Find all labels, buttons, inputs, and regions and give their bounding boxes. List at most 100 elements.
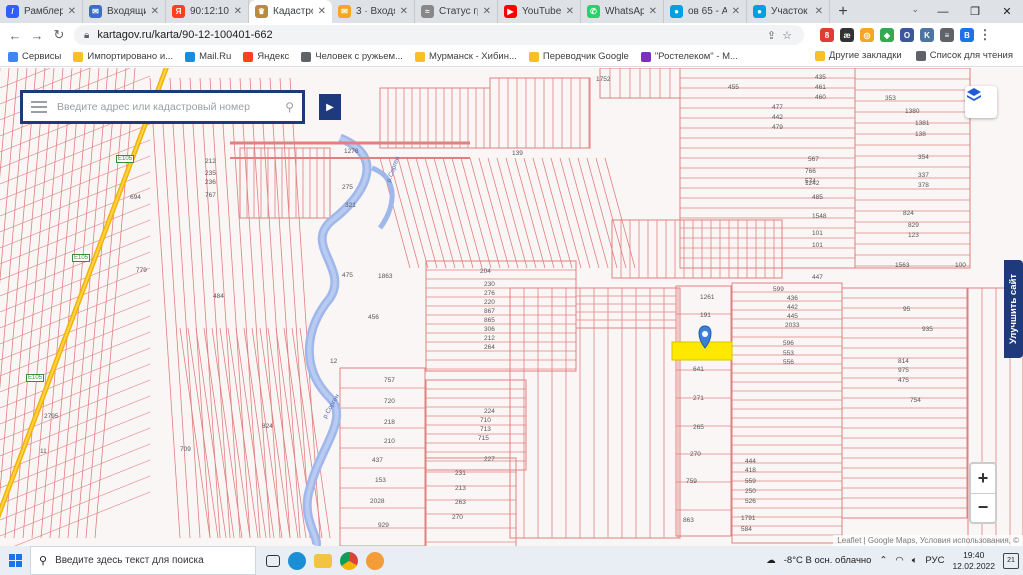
parcel-number-label[interactable]: 213	[455, 485, 466, 492]
parcel-number-label[interactable]: 337	[918, 172, 929, 179]
parcel-number-label[interactable]: 715	[478, 435, 489, 442]
parcel-number-label[interactable]: 865	[484, 317, 495, 324]
notifications-button[interactable]: 21	[1003, 552, 1019, 569]
parcel-number-label[interactable]: 1381	[915, 120, 929, 127]
parcel-number-label[interactable]: 153	[375, 477, 386, 484]
bookmark-item[interactable]: Список для чтения	[915, 50, 1013, 61]
parcel-number-label[interactable]: 567	[808, 156, 819, 163]
extension-icon[interactable]: O	[900, 28, 914, 42]
cadastral-map[interactable]: 1752 455 435 461 460 353 477 442 1380 479 1381 138 1…	[0, 68, 1023, 546]
parcel-number-label[interactable]: 270	[690, 451, 701, 458]
parcel-number-label[interactable]: 824	[262, 423, 273, 430]
browser-tab[interactable]: ✉ 3 · Входящи ✕	[332, 0, 415, 23]
language-indicator[interactable]: РУС	[925, 555, 944, 566]
parcel-number-label[interactable]: 867	[484, 308, 495, 315]
tab-close-icon[interactable]: ✕	[318, 6, 326, 17]
tab-close-icon[interactable]: ✕	[815, 6, 823, 17]
parcel-number-label[interactable]: 204	[480, 268, 491, 275]
parcel-number-label[interactable]: 526	[745, 498, 756, 505]
parcel-number-label[interactable]: 250	[745, 488, 756, 495]
parcel-number-label[interactable]: 353	[885, 95, 896, 102]
parcel-number-label[interactable]: 227	[484, 456, 495, 463]
parcel-number-label[interactable]: 709	[180, 446, 191, 453]
bookmark-item[interactable]: Яндекс	[243, 51, 289, 62]
parcel-number-label[interactable]: 759	[686, 478, 697, 485]
extension-icon[interactable]: ≡	[940, 28, 954, 42]
parcel-number-label[interactable]: 220	[484, 299, 495, 306]
parcel-number-label[interactable]: 212	[484, 335, 495, 342]
parcel-number-label[interactable]: 2795	[44, 413, 58, 420]
bookmark-item[interactable]: Импортировано и...	[73, 51, 173, 62]
address-bar[interactable]: 🔒︎ kartagov.ru/karta/90-12-100401-662 ⇪ …	[74, 25, 804, 45]
address-search-input[interactable]: Введите адрес или кадастровый номер	[57, 101, 275, 113]
parcel-number-label[interactable]: 1548	[812, 213, 826, 220]
reload-button[interactable]: ↻	[48, 24, 70, 46]
parcel-number-label[interactable]: 100	[955, 262, 966, 269]
extension-icon[interactable]: 8	[820, 28, 834, 42]
parcel-number-label[interactable]: 553	[783, 350, 794, 357]
parcel-number-label[interactable]: 829	[908, 222, 919, 229]
extension-icon[interactable]: K	[920, 28, 934, 42]
tray-chevron-icon[interactable]: ⌃	[879, 555, 887, 566]
forward-button[interactable]: →	[26, 24, 48, 46]
parcel-number-label[interactable]: 447	[812, 274, 823, 281]
browser-tab[interactable]: Я 90:12:10040 ✕	[166, 0, 249, 23]
taskbar-search-input[interactable]: Введите здесь текст для поиска	[55, 555, 204, 566]
parcel-number-label[interactable]: 1380	[905, 108, 919, 115]
parcel-number-label[interactable]: 101	[812, 242, 823, 249]
parcel-number-label[interactable]: 436	[787, 295, 798, 302]
browser-tab[interactable]: ● ов 65 - Ави ✕	[664, 0, 747, 23]
browser-tab[interactable]: ✆ WhatsApp ✕	[581, 0, 664, 23]
profile-avatar[interactable]: B	[960, 28, 974, 42]
edge-icon[interactable]	[288, 551, 306, 570]
volume-icon[interactable]: 🔈︎	[912, 555, 918, 566]
parcel-number-label[interactable]: 475	[898, 377, 909, 384]
parcel-number-label[interactable]: 265	[693, 424, 704, 431]
parcel-number-label[interactable]: 224	[484, 408, 495, 415]
bookmark-item[interactable]: Mail.Ru	[185, 51, 231, 62]
parcel-number-label[interactable]: 442	[787, 304, 798, 311]
weather-status[interactable]: -8°C В осн. облачно	[784, 555, 872, 566]
address-search-box[interactable]: Введите адрес или кадастровый номер ⚲	[20, 90, 305, 124]
network-icon[interactable]: ◠	[895, 555, 903, 566]
file-explorer-icon[interactable]	[314, 553, 332, 568]
browser-tab[interactable]: ▶ YouTube ✕	[498, 0, 581, 23]
parcel-number-label[interactable]: 191	[700, 312, 711, 319]
browser-menu-icon[interactable]: ⋮	[979, 27, 992, 42]
parcel-number-label[interactable]: 455	[728, 84, 739, 91]
parcel-number-label[interactable]: 767	[205, 192, 216, 199]
parcel-number-label[interactable]: 306	[484, 326, 495, 333]
parcel-number-label[interactable]: 757	[384, 377, 395, 384]
browser-tab[interactable]: ✉ Входящие ✕	[83, 0, 166, 23]
parcel-number-label[interactable]: 95	[903, 306, 910, 313]
new-tab-button[interactable]: +	[830, 0, 856, 23]
tab-close-icon[interactable]: ✕	[649, 6, 657, 17]
parcel-number-label[interactable]: 1791	[741, 515, 755, 522]
parcel-number-label[interactable]: 935	[922, 326, 933, 333]
parcel-number-label[interactable]: 276	[484, 290, 495, 297]
parcel-number-label[interactable]: 559	[745, 478, 756, 485]
tab-close-icon[interactable]: ✕	[566, 6, 574, 17]
parcel-number-label[interactable]: 599	[773, 286, 784, 293]
parcel-number-label[interactable]: 139	[512, 150, 523, 157]
parcel-number-label[interactable]: 710	[480, 417, 491, 424]
browser-tab[interactable]: ≈ Статус груп ✕	[415, 0, 498, 23]
bookmark-item[interactable]: Другие закладки	[814, 50, 902, 61]
parcel-number-label[interactable]: 754	[910, 397, 921, 404]
minimize-button[interactable]: —	[927, 0, 959, 23]
browser-tab[interactable]: ♛ Кадастров ✕	[249, 0, 332, 23]
parcel-number-label[interactable]: 814	[898, 358, 909, 365]
clock[interactable]: 19:40 12.02.2022	[952, 550, 995, 572]
parcel-number-label[interactable]: 231	[455, 470, 466, 477]
parcel-number-label[interactable]: 236	[205, 179, 216, 186]
parcel-number-label[interactable]: 766	[805, 168, 816, 175]
parcel-number-label[interactable]: 138	[915, 131, 926, 138]
tab-close-icon[interactable]: ✕	[151, 6, 159, 17]
bookmark-item[interactable]: Переводчик Google	[528, 51, 629, 62]
parcel-number-label[interactable]: 210	[384, 438, 395, 445]
chrome-icon[interactable]	[340, 551, 358, 570]
parcel-number-label[interactable]: 456	[368, 314, 379, 321]
parcel-number-label[interactable]: 378	[918, 182, 929, 189]
parcel-number-label[interactable]: 779	[136, 267, 147, 274]
parcel-number-label[interactable]: 477	[772, 104, 783, 111]
